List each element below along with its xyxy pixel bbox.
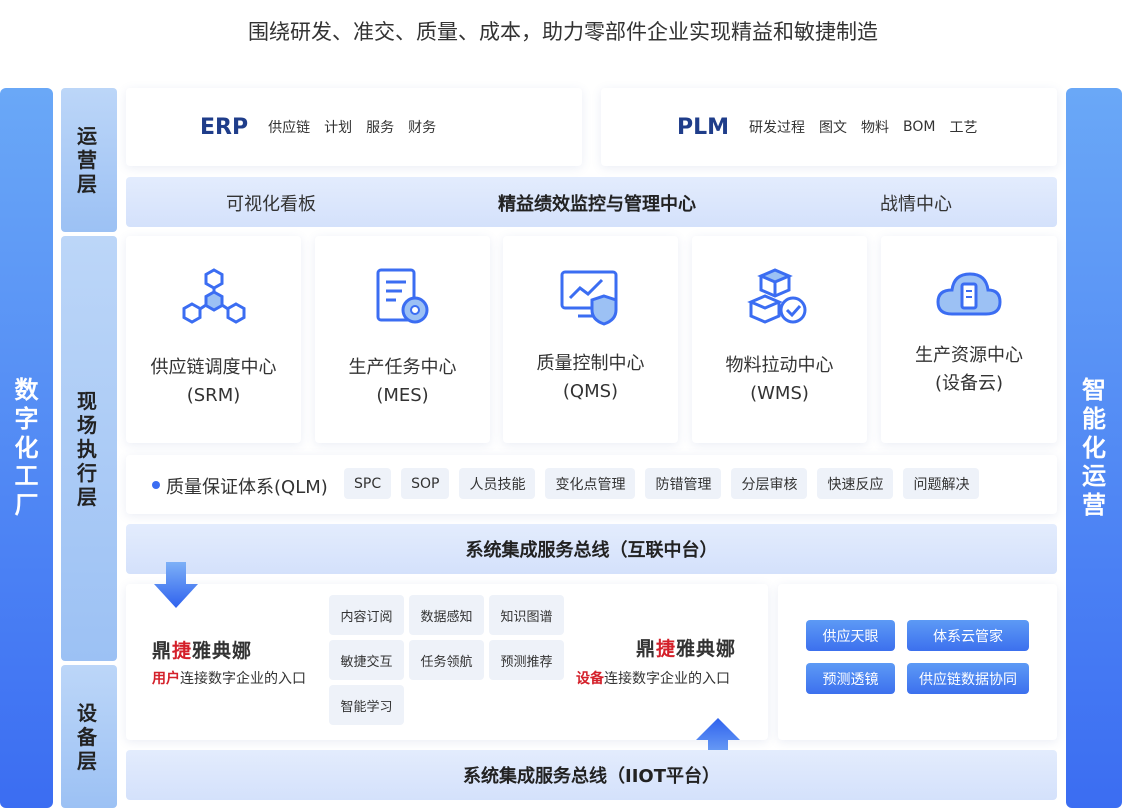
layer-equipment-label: 设备层 — [77, 700, 97, 773]
center-name: 供应链调度中心 — [150, 357, 277, 378]
layer-operations-label: 运营层 — [77, 124, 97, 196]
material-boxes-check-icon — [746, 268, 806, 324]
qlm-chip: 变化点管理 — [545, 468, 636, 499]
feature-chip: 内容订阅 — [329, 595, 404, 635]
erp-item: 服务 — [366, 120, 395, 136]
war-room-label: 战情中心 — [880, 194, 952, 215]
center-name: 物料拉动中心 — [725, 355, 834, 376]
brand-logo-right: 鼎捷雅典娜 — [636, 638, 737, 660]
page-headline: 围绕研发、准交、质量、成本，助力零部件企业实现精益和敏捷制造 — [248, 20, 878, 44]
qlm-chip: SPC — [344, 468, 392, 499]
quality-chart-shield-icon — [560, 270, 617, 326]
qlm-row: 质量保证体系(QLM) SPC SOP 人员技能 变化点管理 防错管理 分层审核… — [126, 455, 1057, 514]
center-code: (设备云) — [934, 373, 1004, 394]
bus-bottom-label: 系统集成服务总线（IIOT平台） — [463, 766, 720, 787]
plm-item: BOM — [903, 119, 936, 135]
center-card-resource: 生产资源中心 (设备云) — [881, 236, 1057, 443]
erp-item: 供应链 — [268, 120, 311, 136]
center-card-srm: 供应链调度中心 (SRM) — [126, 236, 301, 443]
qlm-chip: 防错管理 — [645, 468, 722, 499]
center-name: 生产任务中心 — [348, 357, 457, 378]
plm-item: 物料 — [861, 120, 890, 136]
feature-chip: 数据感知 — [409, 595, 484, 635]
layer-execution-label: 现场执行层 — [77, 388, 97, 509]
visual-board-label: 可视化看板 — [226, 194, 316, 215]
intelligent-ops-label: 智能化运营 — [1081, 376, 1106, 520]
center-name: 生产资源中心 — [915, 345, 1023, 366]
center-code: (MES) — [376, 385, 429, 406]
erp-title: ERP — [200, 114, 249, 140]
plm-title: PLM — [677, 114, 730, 140]
center-code: (WMS) — [750, 383, 809, 404]
monitor-band: 可视化看板 精益绩效监控与管理中心 战情中心 — [126, 177, 1057, 227]
performance-center-label: 精益绩效监控与管理中心 — [498, 194, 696, 215]
qlm-chip: 快速反应 — [817, 468, 894, 499]
athena-panel: 鼎捷雅典娜 用户连接数字企业的入口 内容订阅 数据感知 知识图谱 敏捷交互 任务… — [126, 562, 768, 764]
qlm-chip: 人员技能 — [459, 468, 536, 499]
bus-top-label: 系统集成服务总线（互联中台） — [465, 540, 718, 561]
qlm-chip: 问题解决 — [903, 468, 980, 499]
supply-data-collab-button[interactable]: 供应链数据协同 — [907, 663, 1029, 694]
brand-logo-left: 鼎捷雅典娜 — [152, 640, 253, 662]
feature-chip: 知识图谱 — [489, 595, 564, 635]
bus-top: 系统集成服务总线（互联中台） — [126, 524, 1057, 574]
erp-card: ERP 供应链 计划 服务 财务 — [126, 88, 582, 166]
qlm-chips: SPC SOP 人员技能 变化点管理 防错管理 分层审核 快速反应 问题解决 — [344, 468, 980, 499]
qlm-chip: SOP — [401, 468, 450, 499]
user-entry-text: 用户连接数字企业的入口 — [152, 671, 306, 687]
qlm-label: 质量保证体系(QLM) — [166, 477, 328, 498]
erp-item: 计划 — [324, 120, 353, 136]
device-entry-text: 设备连接数字企业的入口 — [576, 671, 730, 687]
task-document-gear-icon — [376, 268, 428, 324]
bullet-dot-icon — [152, 481, 160, 489]
digital-factory-bar: 数字化工厂 — [0, 88, 53, 808]
supply-chain-network-icon — [182, 268, 245, 324]
plm-item: 工艺 — [949, 120, 978, 136]
qlm-chip: 分层审核 — [731, 468, 808, 499]
center-code: (SRM) — [186, 385, 241, 406]
plm-card: PLM 研发过程 图文 物料 BOM 工艺 — [601, 88, 1057, 166]
layer-execution: 现场执行层 — [61, 236, 117, 661]
feature-chip: 智能学习 — [329, 685, 404, 725]
center-code: (QMS) — [562, 381, 619, 402]
erp-item: 财务 — [408, 120, 437, 136]
bus-bottom: 系统集成服务总线（IIOT平台） — [126, 750, 1057, 800]
layer-operations: 运营层 — [61, 88, 117, 232]
center-card-mes: 生产任务中心 (MES) — [315, 236, 490, 443]
feature-chip: 预测推荐 — [489, 640, 564, 680]
center-card-qms: 质量控制中心 (QMS) — [503, 236, 678, 443]
forecast-lens-button[interactable]: 预测透镜 — [806, 663, 895, 694]
layer-equipment: 设备层 — [61, 665, 117, 808]
center-card-wms: 物料拉动中心 (WMS) — [692, 236, 867, 443]
center-name: 质量控制中心 — [536, 353, 645, 374]
supply-skyeye-button[interactable]: 供应天眼 — [806, 620, 895, 651]
down-arrow-icon — [154, 562, 198, 608]
plm-item: 研发过程 — [749, 120, 806, 136]
digital-factory-label: 数字化工厂 — [14, 376, 39, 520]
feature-grid: 内容订阅 数据感知 知识图谱 敏捷交互 任务领航 预测推荐 智能学习 — [329, 595, 564, 725]
supply-panel: 供应天眼 体系云管家 预测透镜 供应链数据协同 — [778, 584, 1057, 740]
plm-item: 图文 — [819, 120, 848, 136]
intelligent-ops-bar: 智能化运营 — [1066, 88, 1122, 808]
feature-chip: 敏捷交互 — [329, 640, 404, 680]
system-cloud-butler-button[interactable]: 体系云管家 — [907, 620, 1029, 651]
feature-chip: 任务领航 — [409, 640, 484, 680]
resource-cloud-icon — [936, 272, 1002, 316]
